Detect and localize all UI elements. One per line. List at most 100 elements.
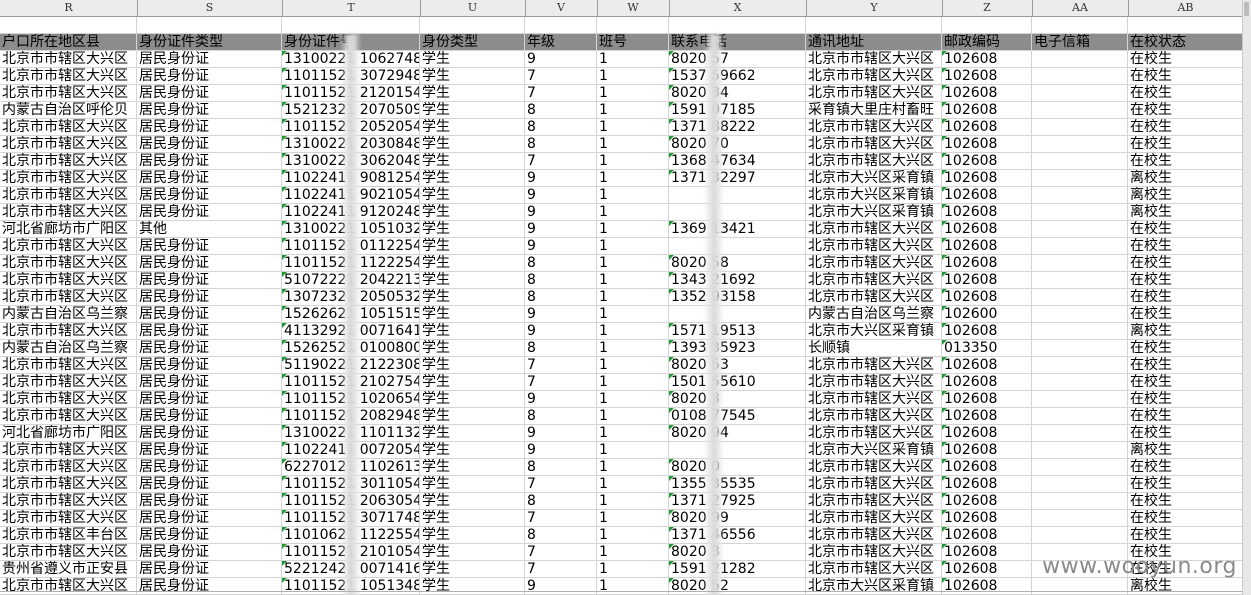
table-cell[interactable]: 居民身份证 [137, 527, 282, 544]
table-cell[interactable]: 1 [597, 51, 669, 68]
table-cell[interactable]: 1 [597, 374, 669, 391]
table-cell[interactable] [1032, 340, 1128, 357]
cell-blank[interactable] [0, 17, 137, 34]
table-cell[interactable]: 9 [525, 391, 597, 408]
table-cell[interactable]: 学生 [420, 204, 525, 221]
table-cell[interactable]: 离校生 [1128, 170, 1243, 187]
table-cell[interactable]: 1 [597, 272, 669, 289]
table-cell[interactable] [1032, 85, 1128, 102]
table-cell[interactable] [1032, 442, 1128, 459]
table-cell[interactable]: 102608 [942, 238, 1032, 255]
table-cell[interactable]: 居民身份证 [137, 323, 282, 340]
table-cell[interactable]: 北京市市辖区大兴区 [806, 119, 942, 136]
table-cell[interactable]: 1 [597, 136, 669, 153]
table-cell[interactable] [1032, 272, 1128, 289]
cell-blank[interactable] [1032, 17, 1128, 34]
table-cell[interactable]: 北京市市辖区大兴区 [806, 68, 942, 85]
column-letter-y[interactable]: Y [806, 0, 943, 16]
table-cell[interactable]: 学生 [420, 272, 525, 289]
table-cell[interactable]: 内蒙古自治区乌兰察 [0, 340, 137, 357]
table-cell[interactable]: 102608 [942, 204, 1032, 221]
table-cell[interactable]: 学生 [420, 374, 525, 391]
table-cell[interactable]: 北京市大兴区采育镇 [806, 170, 942, 187]
table-cell[interactable]: 1355 35535 [669, 476, 806, 493]
table-cell[interactable]: 102608 [942, 102, 1032, 119]
table-cell[interactable]: 北京市市辖区大兴区 [806, 493, 942, 510]
table-cell[interactable]: 7 [525, 374, 597, 391]
column-letter-x[interactable]: X [669, 0, 807, 16]
table-cell[interactable]: 8 [525, 408, 597, 425]
table-cell[interactable]: 北京市市辖区大兴区 [806, 51, 942, 68]
table-cell[interactable]: 居民身份证 [137, 561, 282, 578]
table-cell[interactable] [1032, 323, 1128, 340]
table-cell[interactable]: 1371 32297 [669, 170, 806, 187]
table-cell[interactable]: 1 [597, 85, 669, 102]
table-cell[interactable]: 学生 [420, 442, 525, 459]
table-cell[interactable]: 学生 [420, 408, 525, 425]
table-cell[interactable]: 离校生 [1128, 578, 1243, 595]
table-cell[interactable]: 8020 52 [669, 578, 806, 595]
table-cell[interactable] [1032, 476, 1128, 493]
table-cell[interactable] [669, 238, 806, 255]
table-cell[interactable]: 在校生 [1128, 527, 1243, 544]
table-cell[interactable]: 102608 [942, 136, 1032, 153]
table-cell[interactable]: 北京市市辖区大兴区 [0, 510, 137, 527]
table-cell[interactable]: 1 [597, 187, 669, 204]
table-cell[interactable]: 8 [525, 255, 597, 272]
table-cell[interactable]: 居民身份证 [137, 408, 282, 425]
table-cell[interactable]: 在校生 [1128, 425, 1243, 442]
table-cell[interactable]: 8 [525, 340, 597, 357]
table-cell[interactable]: 102608 [942, 85, 1032, 102]
table-cell[interactable]: 学生 [420, 68, 525, 85]
table-cell[interactable]: 居民身份证 [137, 374, 282, 391]
table-cell[interactable]: 北京市市辖区大兴区 [806, 238, 942, 255]
table-cell[interactable]: 013350 [942, 340, 1032, 357]
table-cell[interactable]: 北京市市辖区大兴区 [0, 153, 137, 170]
table-cell[interactable]: 北京市市辖区大兴区 [0, 578, 137, 595]
table-cell[interactable]: 8020 70 [669, 136, 806, 153]
table-cell[interactable]: 居民身份证 [137, 136, 282, 153]
table-cell[interactable]: 居民身份证 [137, 187, 282, 204]
table-cell[interactable]: 北京市市辖区大兴区 [0, 68, 137, 85]
table-cell[interactable]: 在校生 [1128, 408, 1243, 425]
table-cell[interactable]: 102608 [942, 374, 1032, 391]
table-cell[interactable]: 9 [525, 204, 597, 221]
column-title-cell[interactable]: 户口所在地区县 [0, 34, 137, 51]
column-letter-v[interactable]: V [525, 0, 598, 16]
table-cell[interactable]: 8020 34 [669, 85, 806, 102]
column-title-cell[interactable]: 在校状态 [1128, 34, 1243, 51]
table-cell[interactable]: 居民身份证 [137, 391, 282, 408]
table-cell[interactable]: 1 [597, 238, 669, 255]
table-cell[interactable] [1032, 306, 1128, 323]
table-cell[interactable]: 北京市市辖区大兴区 [0, 459, 137, 476]
table-cell[interactable]: 1369 13421 [669, 221, 806, 238]
table-cell[interactable] [669, 442, 806, 459]
table-cell[interactable] [1032, 425, 1128, 442]
table-cell[interactable]: 居民身份证 [137, 476, 282, 493]
table-cell[interactable]: 1 [597, 102, 669, 119]
table-cell[interactable]: 居民身份证 [137, 357, 282, 374]
table-cell[interactable]: 102608 [942, 170, 1032, 187]
table-cell[interactable] [1032, 204, 1128, 221]
table-cell[interactable]: 学生 [420, 357, 525, 374]
table-cell[interactable]: 北京市市辖区大兴区 [806, 85, 942, 102]
table-cell[interactable] [1032, 527, 1128, 544]
table-cell[interactable]: 1 [597, 255, 669, 272]
table-cell[interactable]: 9 [525, 578, 597, 595]
table-cell[interactable]: 9 [525, 51, 597, 68]
table-cell[interactable]: 居民身份证 [137, 102, 282, 119]
table-cell[interactable]: 102608 [942, 442, 1032, 459]
table-cell[interactable]: 1 [597, 289, 669, 306]
table-cell[interactable]: 1 [597, 340, 669, 357]
table-cell[interactable]: 8 [525, 272, 597, 289]
table-cell[interactable]: 北京市市辖区大兴区 [806, 221, 942, 238]
table-cell[interactable]: 离校生 [1128, 204, 1243, 221]
table-cell[interactable] [1032, 102, 1128, 119]
table-cell[interactable]: 102608 [942, 459, 1032, 476]
table-cell[interactable]: 居民身份证 [137, 170, 282, 187]
table-cell[interactable]: 1501 55610 [669, 374, 806, 391]
table-cell[interactable]: 8 [525, 459, 597, 476]
table-cell[interactable] [1032, 408, 1128, 425]
table-cell[interactable]: 北京市市辖区大兴区 [0, 204, 137, 221]
table-cell[interactable]: 离校生 [1128, 187, 1243, 204]
